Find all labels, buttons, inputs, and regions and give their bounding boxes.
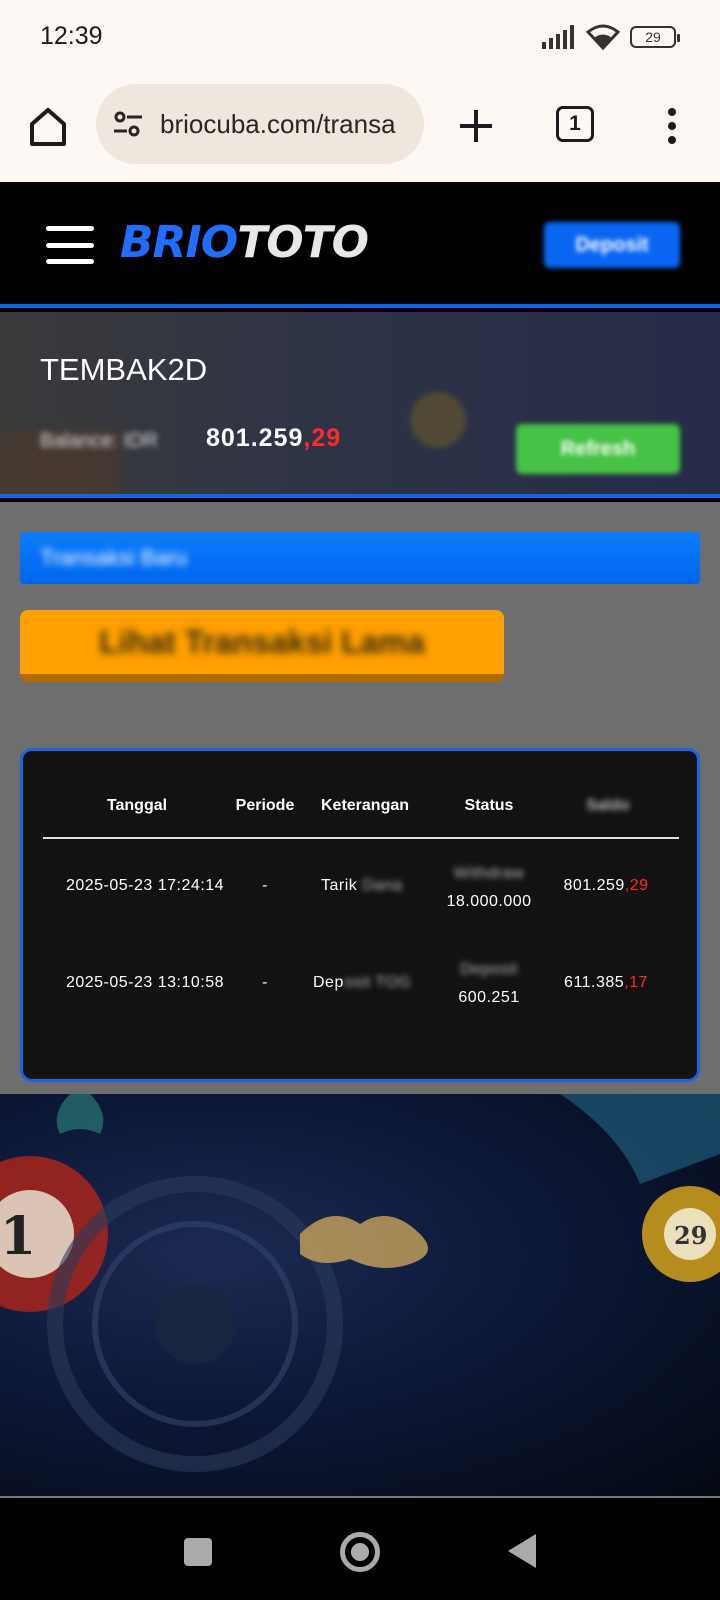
back-icon[interactable] bbox=[508, 1534, 536, 1568]
site-logo[interactable]: BRIO TOTO bbox=[120, 212, 369, 272]
row1-tanggal: 2025-05-23 17:24:14 bbox=[65, 877, 225, 894]
row2-keterangan-hidden: osit TOG bbox=[343, 974, 412, 991]
header-tanggal: Tanggal bbox=[106, 797, 168, 814]
row2-saldo-main: 611.385 bbox=[564, 974, 625, 991]
row1-periode: - bbox=[262, 877, 268, 894]
row1-saldo-main: 801.259 bbox=[563, 877, 625, 894]
tabs-icon[interactable]: 1 bbox=[556, 106, 594, 142]
status-time: 12:39 bbox=[40, 22, 103, 50]
logo-brio: BRIO bbox=[120, 216, 238, 268]
recents-icon[interactable] bbox=[184, 1538, 212, 1566]
row2-tanggal: 2025-05-23 13:10:58 bbox=[65, 974, 225, 991]
site-header: BRIO TOTO Deposit bbox=[0, 182, 720, 308]
table-header: Tanggal Periode Keterangan Status Saldo bbox=[43, 787, 679, 839]
status-icons: 29 bbox=[542, 24, 680, 50]
deposit-button[interactable]: Deposit bbox=[544, 222, 680, 268]
status-bar: 12:39 29 bbox=[0, 0, 720, 80]
row1-saldo: 801.259,29 bbox=[553, 877, 659, 895]
game-title: TEMBAK2D bbox=[40, 352, 208, 387]
new-transactions-button[interactable]: Transaksi Baru bbox=[20, 532, 700, 584]
tune-icon[interactable] bbox=[112, 108, 144, 140]
game-banner: TEMBAK2D Balance: IDR 801.259,29 Refresh bbox=[0, 312, 720, 498]
home-icon[interactable] bbox=[24, 102, 72, 150]
row2-saldo-cents: ,17 bbox=[624, 974, 648, 991]
home-nav-icon[interactable] bbox=[340, 1532, 380, 1572]
header-saldo: Saldo bbox=[586, 797, 630, 814]
battery-icon: 29 bbox=[630, 26, 680, 48]
row2-keterangan-text: Dep bbox=[313, 974, 344, 991]
signal-icon bbox=[542, 25, 574, 49]
url-text[interactable]: briocuba.com/transa bbox=[160, 109, 412, 140]
svg-text:1: 1 bbox=[0, 1206, 36, 1267]
tab-count: 1 bbox=[569, 112, 581, 135]
row1-keterangan-hidden: Dana bbox=[362, 877, 403, 894]
battery-level: 29 bbox=[645, 29, 661, 45]
more-vert-icon[interactable] bbox=[654, 102, 690, 150]
wifi-icon bbox=[586, 24, 620, 50]
row2-keterangan: Deposit TOG bbox=[307, 974, 427, 992]
refresh-button[interactable]: Refresh bbox=[516, 424, 680, 474]
balance-label: Balance: IDR bbox=[40, 430, 158, 452]
row2-status-hidden: Deposit bbox=[460, 961, 518, 978]
row1-status-amount: 18.000.000 bbox=[446, 893, 532, 910]
row2-status-amount: 600.251 bbox=[458, 989, 520, 1006]
row2-saldo: 611.385,17 bbox=[553, 974, 659, 992]
system-nav-bar bbox=[0, 1496, 720, 1600]
logo-toto: TOTO bbox=[237, 216, 369, 268]
plus-icon[interactable] bbox=[452, 102, 500, 150]
header-keterangan: Keterangan bbox=[320, 797, 410, 814]
transactions-section: Transaksi Baru Lihat Transaksi Lama Tang… bbox=[0, 502, 720, 1094]
header-periode: Periode bbox=[235, 797, 295, 814]
row1-saldo-cents: ,29 bbox=[624, 877, 649, 894]
new-transactions-label: Transaksi Baru bbox=[40, 545, 188, 570]
background-art: 1 29 bbox=[0, 1094, 720, 1496]
decorative-coin bbox=[410, 392, 466, 448]
old-transactions-label: Lihat Transaksi Lama bbox=[99, 623, 425, 660]
row2-periode: - bbox=[262, 974, 268, 991]
hamburger-icon[interactable] bbox=[46, 226, 94, 264]
balance-cents: ,29 bbox=[303, 424, 342, 452]
row1-keterangan: Tarik Dana bbox=[307, 877, 427, 895]
background-illustration: 1 29 bbox=[0, 1094, 720, 1472]
old-transactions-button[interactable]: Lihat Transaksi Lama bbox=[20, 610, 504, 682]
header-status: Status bbox=[464, 797, 514, 814]
row1-keterangan-text: Tarik bbox=[321, 877, 358, 894]
address-bar[interactable]: briocuba.com/transa bbox=[96, 84, 424, 164]
balance-value: 801.259,29 bbox=[206, 424, 341, 453]
svg-text:29: 29 bbox=[674, 1221, 707, 1250]
balance-main: 801.259 bbox=[206, 424, 304, 452]
browser-toolbar: briocuba.com/transa 1 bbox=[0, 80, 720, 182]
transactions-table: Tanggal Periode Keterangan Status Saldo … bbox=[20, 748, 700, 1082]
row1-status-hidden: Withdraw bbox=[453, 865, 525, 882]
